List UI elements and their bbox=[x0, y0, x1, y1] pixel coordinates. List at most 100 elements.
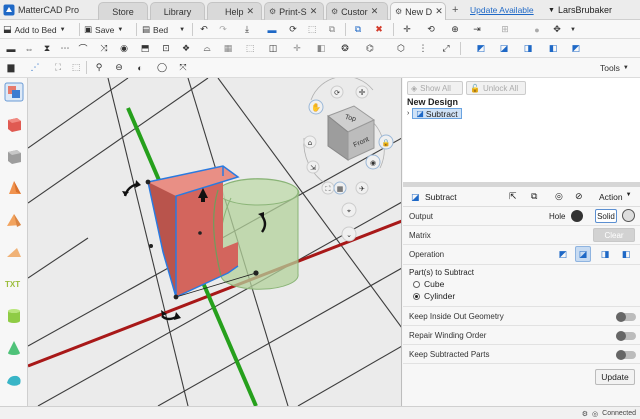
cube-tool-button[interactable]: ◫ bbox=[266, 39, 280, 58]
combine-button[interactable]: ❖ bbox=[179, 39, 193, 58]
zoom-fit-button[interactable]: ⇥ bbox=[470, 20, 484, 39]
mirror-button[interactable]: ⇔ bbox=[22, 39, 36, 58]
keep-subtracted-toggle[interactable] bbox=[616, 350, 636, 360]
pan-button[interactable]: ✋ bbox=[308, 99, 324, 115]
section-button[interactable]: ◐ bbox=[133, 58, 147, 77]
tree-item-subtract[interactable]: › ◪ Subtract bbox=[407, 108, 462, 119]
new-tab-button[interactable]: + bbox=[452, 0, 458, 20]
view-move-button[interactable]: ✥ bbox=[550, 20, 564, 39]
measure-button[interactable]: ⚲ bbox=[92, 58, 106, 77]
bounds-button[interactable]: ⬚ bbox=[69, 58, 83, 77]
align-objects-button[interactable]: ⋮ bbox=[416, 39, 430, 58]
app-title[interactable]: MatterCAD Pro bbox=[0, 0, 97, 20]
copy-icon[interactable]: ⧉ bbox=[531, 191, 537, 202]
tab-library[interactable]: Library bbox=[150, 2, 205, 20]
chevron-right-icon[interactable]: › bbox=[407, 110, 409, 117]
chevron-down-icon[interactable]: ▼ bbox=[568, 20, 578, 39]
palette-pyramid-item[interactable] bbox=[4, 178, 24, 198]
curve-button[interactable]: ⌒ bbox=[76, 39, 90, 58]
delete-button[interactable]: ✖ bbox=[372, 20, 386, 39]
subtract-replace-button[interactable]: ◧ bbox=[546, 39, 560, 58]
path-button[interactable]: ⋰ bbox=[28, 58, 42, 77]
hole-swatch[interactable] bbox=[571, 210, 583, 222]
operation-bar-icon[interactable]: ▬ bbox=[4, 39, 18, 58]
select-button[interactable]: ▆ bbox=[4, 58, 18, 77]
unlock-all-button[interactable]: 🔓 Unlock All bbox=[466, 81, 526, 95]
tab-help[interactable]: Help ✕ bbox=[207, 2, 262, 20]
grid-button[interactable]: ⊞ bbox=[498, 20, 512, 39]
update-button[interactable]: Update bbox=[595, 369, 635, 385]
eye-view-button[interactable]: ◉ bbox=[365, 154, 381, 170]
part-option-cylinder[interactable]: Cylinder bbox=[413, 291, 455, 301]
operation-intersect-button[interactable]: ◨ bbox=[597, 246, 613, 262]
subtract-tool-button[interactable]: ◪ bbox=[497, 39, 511, 58]
fit-view-button[interactable]: ⛶ bbox=[321, 181, 335, 195]
home-button[interactable]: ⌂ bbox=[303, 135, 317, 149]
palette-torus-item[interactable] bbox=[4, 370, 24, 390]
fit-button[interactable]: ⊡ bbox=[159, 39, 173, 58]
palette-design-item[interactable] bbox=[4, 82, 24, 102]
save-button[interactable]: ▣ Save ▼ bbox=[84, 20, 123, 39]
ring-button[interactable]: ◯ bbox=[155, 58, 169, 77]
grid-view-button[interactable]: ▦ bbox=[333, 181, 347, 195]
tab-store[interactable]: Store bbox=[98, 2, 148, 20]
rotate-button[interactable]: ⟳ bbox=[286, 20, 300, 39]
user-menu[interactable]: ▼ LarsBrubaker bbox=[548, 0, 612, 20]
palette-box-item[interactable] bbox=[4, 146, 24, 166]
twist-button[interactable]: ⤨ bbox=[97, 39, 111, 58]
move-view-button[interactable]: ✛ bbox=[355, 85, 369, 99]
close-icon[interactable]: ✕ bbox=[247, 6, 255, 17]
group-button[interactable]: ⧉ bbox=[325, 20, 339, 39]
lay-flat-button[interactable]: ⤓ bbox=[240, 20, 254, 39]
expand-view-button[interactable]: ⌄ bbox=[341, 226, 357, 242]
hexagon-button[interactable]: ⬡ bbox=[394, 39, 408, 58]
tab-print[interactable]: ⚙ Print-S ✕ bbox=[264, 2, 324, 20]
update-available-link[interactable]: Update Available bbox=[470, 0, 534, 20]
fly-view-button[interactable]: ✈ bbox=[355, 181, 369, 195]
operation-subtract-button[interactable]: ◪ bbox=[575, 246, 591, 262]
solid-swatch[interactable] bbox=[622, 209, 635, 222]
bed-view-button[interactable]: ⌖ bbox=[341, 202, 357, 218]
radio-button[interactable] bbox=[413, 292, 420, 300]
undo-button[interactable]: ↶ bbox=[197, 20, 211, 39]
sphere-button[interactable]: ◉ bbox=[117, 39, 131, 58]
connection-status[interactable]: ⚙ ◎ Connected bbox=[582, 407, 636, 419]
snap-button[interactable]: ● bbox=[530, 20, 544, 39]
arrange-button[interactable]: ⬚ bbox=[305, 20, 319, 39]
scale-objects-button[interactable]: ⤢ bbox=[439, 39, 453, 58]
palette-cube-item[interactable] bbox=[4, 114, 24, 134]
palette-cone-item[interactable] bbox=[4, 338, 24, 358]
add-to-bed-button[interactable]: ⬓ Add to Bed ▼ bbox=[3, 20, 66, 39]
export-icon[interactable]: ⇱ bbox=[509, 191, 517, 202]
tree-item-selected[interactable]: ◪ Subtract bbox=[412, 108, 462, 119]
solid-button[interactable]: Solid bbox=[595, 209, 617, 223]
check-icon[interactable]: ◎ bbox=[555, 191, 563, 202]
show-all-button[interactable]: ◈ Show All bbox=[407, 81, 463, 95]
scale-button[interactable]: ⬒ bbox=[138, 39, 152, 58]
combine-objects-button[interactable]: ◩ bbox=[474, 39, 488, 58]
palette-cylinder-item[interactable] bbox=[4, 306, 24, 326]
rotate-view-button[interactable]: ⟲ bbox=[424, 20, 438, 39]
lock-view-button[interactable]: 🔒 bbox=[378, 134, 394, 150]
frame-button[interactable]: ⛶ bbox=[51, 58, 65, 77]
minus-button[interactable]: ⊖ bbox=[112, 58, 126, 77]
view-cube[interactable]: Top Front bbox=[327, 105, 375, 161]
bed-menu-button[interactable]: ▤ Bed ▼ bbox=[142, 20, 185, 39]
copy-button[interactable]: ⧉ bbox=[351, 20, 365, 39]
palette-text-item[interactable]: TXT bbox=[4, 274, 24, 294]
orbit-button[interactable]: ⟳ bbox=[330, 85, 344, 99]
stretch-button[interactable]: ⤧ bbox=[176, 58, 190, 77]
part-option-cube[interactable]: Cube bbox=[413, 279, 444, 289]
rotate-arrow-icon[interactable] bbox=[122, 180, 141, 197]
align-button[interactable]: ▬ bbox=[265, 20, 279, 39]
palette-half-sphere-item[interactable] bbox=[4, 242, 24, 262]
image-button[interactable]: ⬚ bbox=[243, 39, 257, 58]
operation-subtract-replace-button[interactable]: ◧ bbox=[618, 246, 634, 262]
move-button[interactable]: ✛ bbox=[400, 20, 414, 39]
hourglass-button[interactable]: ⧗ bbox=[40, 39, 54, 58]
zoom-button[interactable]: ⊕ bbox=[448, 20, 462, 39]
intersect-tool-button[interactable]: ◨ bbox=[521, 39, 535, 58]
action-menu[interactable]: Action ▼ bbox=[599, 192, 632, 202]
zoom-view-button[interactable]: ⇲ bbox=[306, 160, 320, 174]
pinch-button[interactable]: ⌓ bbox=[200, 39, 214, 58]
